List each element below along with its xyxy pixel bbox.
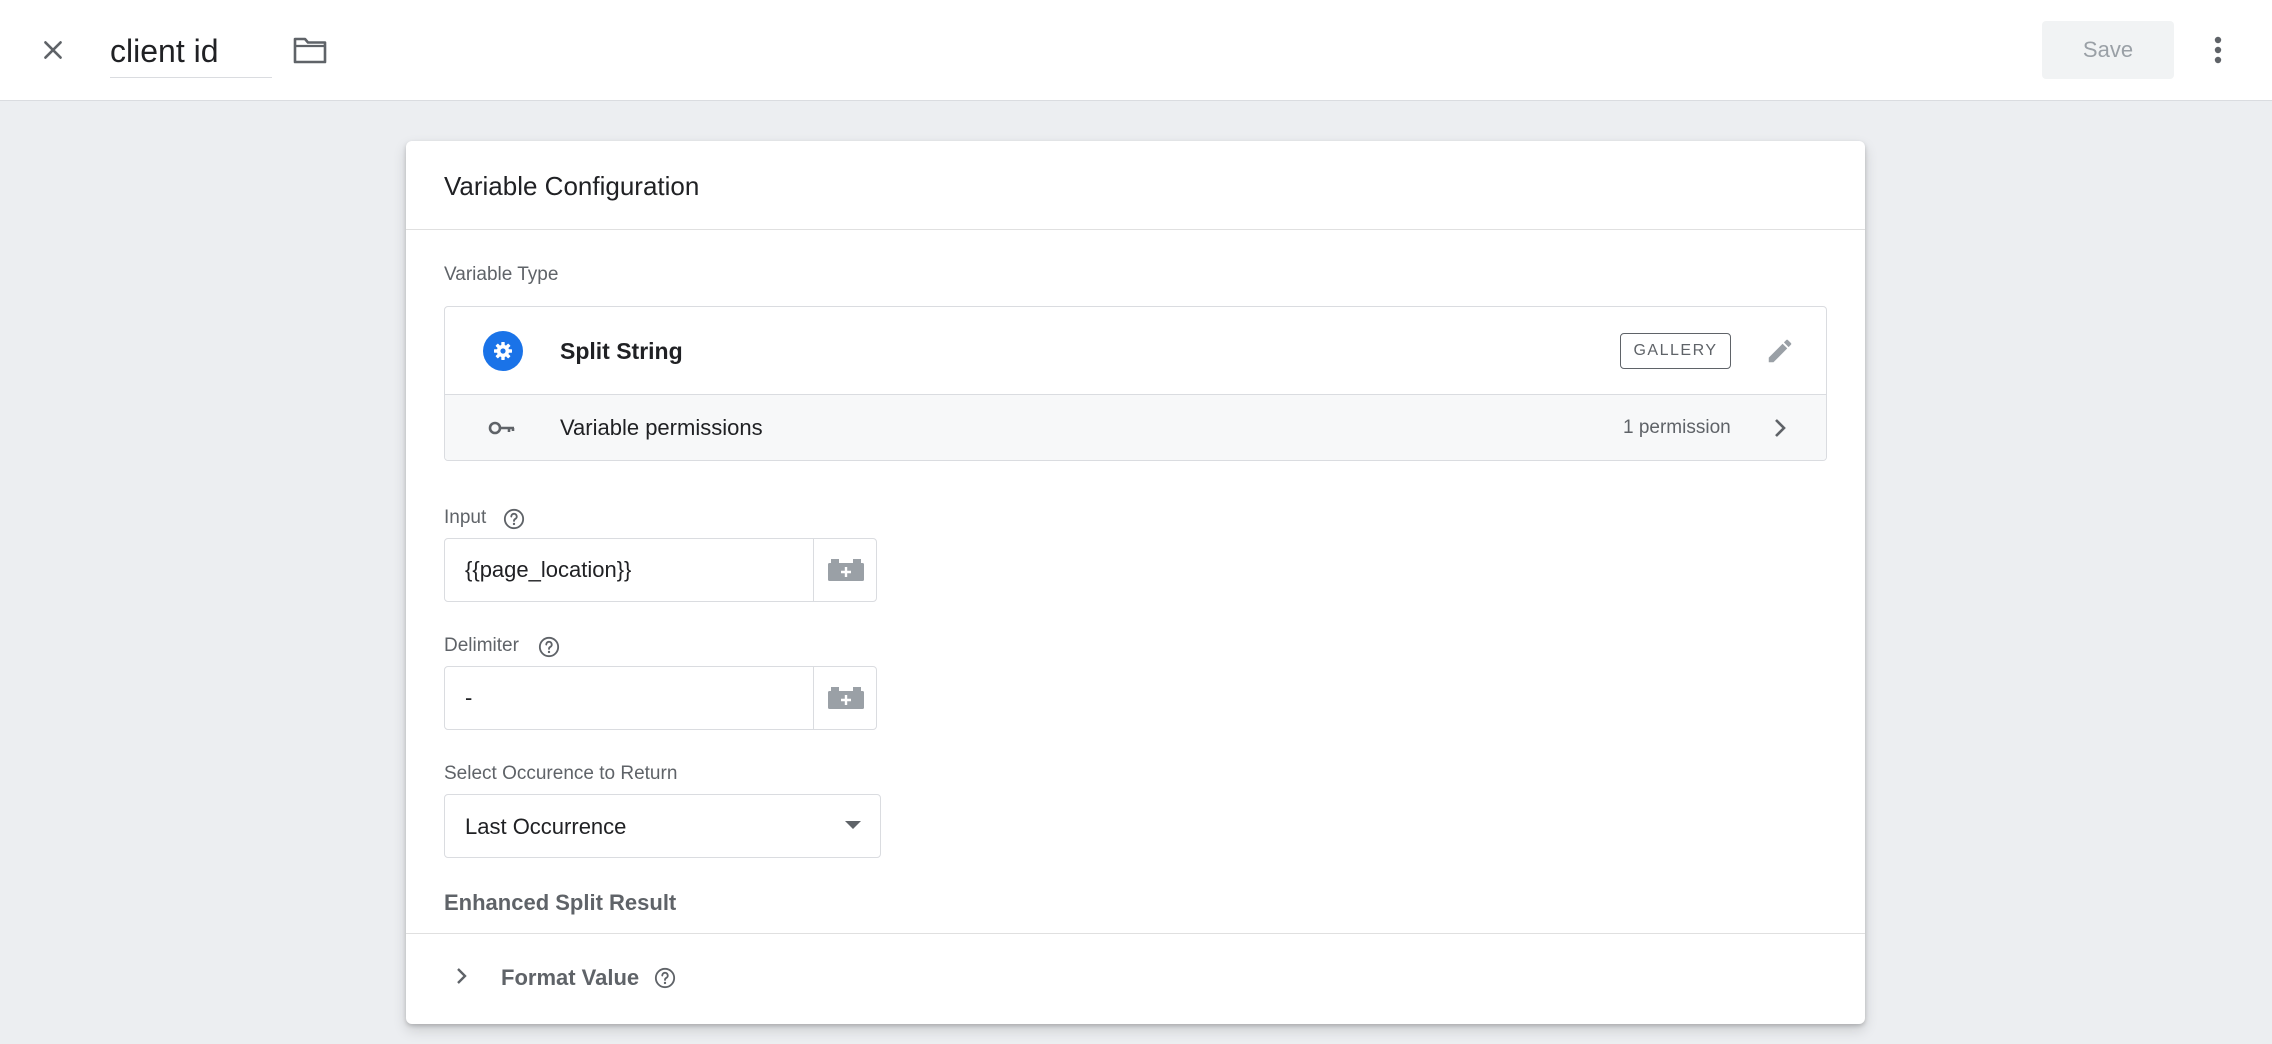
more-options-button[interactable]: [2196, 27, 2240, 73]
gallery-badge: GALLERY: [1620, 333, 1731, 369]
chevron-right-icon: [1775, 419, 1786, 437]
delimiter-label: Delimiter: [444, 635, 519, 656]
format-value-label: Format Value: [501, 965, 640, 990]
gear-icon: [494, 342, 512, 360]
variable-type-label: Variable Type: [444, 264, 559, 285]
variable-type-icon: [483, 331, 523, 371]
card-title: Variable Configuration: [444, 171, 700, 201]
folder-button[interactable]: [288, 28, 332, 72]
insert-variable-button[interactable]: [813, 667, 877, 729]
variable-type-row[interactable]: Split String GALLERY: [445, 307, 1826, 395]
variable-type-box: Split String GALLERY Variable permission…: [444, 306, 1827, 461]
input-help[interactable]: [502, 507, 526, 531]
input-label: Input: [444, 507, 487, 528]
perm-key-wrap: [487, 415, 517, 441]
edit-variable-type-button[interactable]: [1760, 331, 1800, 371]
save-button[interactable]: Save: [2042, 21, 2174, 79]
input-field[interactable]: [445, 539, 813, 601]
format-value-row[interactable]: Format Value: [406, 934, 1865, 1024]
occurrence-select[interactable]: Last Occurrence: [444, 794, 881, 858]
occurrence-selected: Last Occurrence: [465, 814, 627, 839]
variable-brick-icon: [827, 687, 864, 709]
chevron-right-wrap: [1765, 413, 1795, 443]
variable-brick-icon: [827, 559, 864, 581]
insert-variable-button[interactable]: [813, 539, 877, 601]
variable-type-name: Split String: [560, 338, 683, 364]
close-icon: [44, 41, 62, 59]
expand-chevron: [450, 964, 474, 988]
delimiter-field-wrap: [444, 666, 877, 730]
enhanced-split-title: Enhanced Split Result: [444, 890, 677, 915]
more-vert-icon: [2214, 36, 2222, 64]
variable-name-field[interactable]: client id: [110, 24, 272, 78]
key-icon: [488, 421, 515, 435]
pencil-icon: [1768, 339, 1792, 363]
help-icon: [654, 967, 676, 989]
top-bar: client id Save: [0, 0, 2272, 101]
format-value-help[interactable]: [653, 966, 677, 990]
delimiter-help[interactable]: [537, 635, 561, 659]
close-button[interactable]: [30, 27, 76, 73]
variable-permissions-row[interactable]: Variable permissions 1 permission: [445, 395, 1826, 460]
variable-permissions-label: Variable permissions: [560, 415, 763, 440]
delimiter-field[interactable]: [445, 667, 813, 729]
card-header: Variable Configuration: [406, 141, 1865, 230]
help-icon: [503, 508, 525, 530]
input-field-wrap: [444, 538, 877, 602]
variable-name: client id: [110, 33, 219, 69]
caret-down-icon: [845, 821, 861, 829]
folder-icon: [293, 37, 327, 64]
variable-configuration-card: Variable Configuration Variable Type Spl…: [406, 141, 1865, 1024]
permission-count: 1 permission: [1623, 417, 1731, 438]
occurrence-label: Select Occurence to Return: [444, 763, 678, 784]
chevron-right-icon: [457, 968, 467, 984]
help-icon: [538, 636, 560, 658]
